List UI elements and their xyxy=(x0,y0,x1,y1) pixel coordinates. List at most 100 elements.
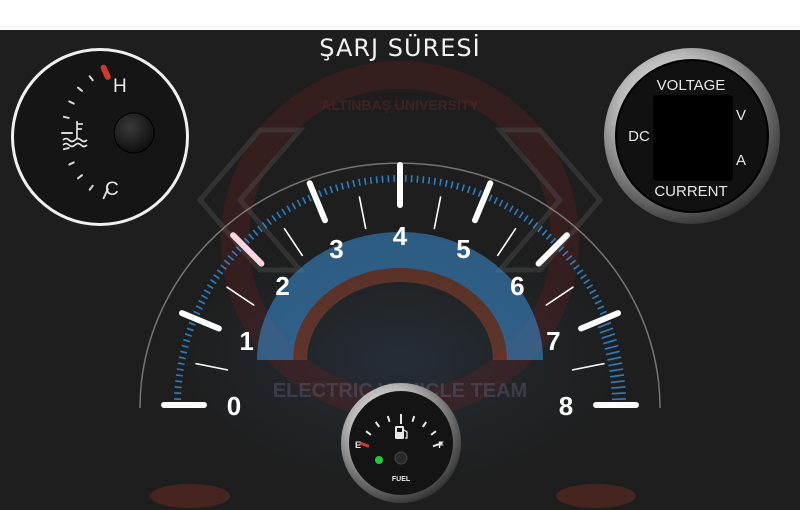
blue-scale-segment xyxy=(174,386,182,389)
blue-scale-segment xyxy=(335,184,339,192)
blue-scale-segment xyxy=(583,279,590,285)
blue-scale-segment xyxy=(607,356,622,361)
blue-scale-segment xyxy=(422,176,425,184)
blue-scale-segment xyxy=(608,362,623,367)
blue-scale-segment xyxy=(503,202,509,210)
temperature-gauge-face xyxy=(14,51,186,223)
blue-scale-segment xyxy=(195,305,203,310)
blue-scale-segment xyxy=(206,284,214,290)
tick-label: 7 xyxy=(546,326,560,356)
blue-scale-segment xyxy=(610,374,625,378)
major-tick xyxy=(306,180,328,224)
major-tick xyxy=(178,310,222,332)
blue-scale-segment xyxy=(252,229,259,236)
blue-scale-segment xyxy=(176,368,184,371)
blue-scale-segment xyxy=(450,181,454,189)
blue-scale-segment xyxy=(488,194,493,202)
fuel-caption: FUEL xyxy=(392,476,411,483)
meter-display xyxy=(653,95,733,181)
blue-scale-segment xyxy=(375,176,378,184)
blue-scale-segment xyxy=(466,186,471,194)
blue-scale-segment xyxy=(177,362,185,366)
blue-scale-segment xyxy=(281,208,287,216)
blue-scale-segment xyxy=(184,333,192,337)
watermark-university-text: ALTINBAŞ UNIVERSITY xyxy=(321,97,479,113)
blue-scale-segment xyxy=(369,176,373,185)
blue-scale-segment xyxy=(276,211,282,219)
tick-label: 3 xyxy=(329,234,343,264)
blue-scale-segment xyxy=(611,392,626,395)
blue-scale-segment xyxy=(605,350,620,356)
blue-scale-segment xyxy=(352,179,356,188)
blue-scale-segment xyxy=(589,289,597,295)
blue-scale-segment xyxy=(427,176,431,185)
blue-scale-segment xyxy=(181,344,189,349)
blue-scale-segment xyxy=(329,186,334,194)
tick-label: 4 xyxy=(393,221,408,251)
blue-scale-segment xyxy=(216,269,224,275)
minor-tick xyxy=(571,362,605,371)
blue-scale-segment xyxy=(318,189,323,198)
blue-scale-segment xyxy=(599,327,614,334)
blue-scale-segment xyxy=(358,178,361,186)
blue-scale-segment xyxy=(597,305,605,310)
fuel-full-label: F xyxy=(438,440,444,450)
meter-dc-label: DC xyxy=(628,128,650,145)
blue-scale-segment xyxy=(523,214,529,222)
blue-scale-segment xyxy=(455,182,460,190)
meter-a-label: A xyxy=(736,152,746,169)
tick-label: 5 xyxy=(456,234,470,264)
temperature-tick xyxy=(62,115,70,119)
blue-scale-segment xyxy=(513,208,519,216)
blue-scale-segment xyxy=(203,289,211,295)
tick-label: 8 xyxy=(559,391,573,421)
blue-scale-segment xyxy=(439,178,442,186)
blue-scale-segment xyxy=(180,350,188,354)
blue-scale-segment xyxy=(610,380,625,384)
blue-scale-segment xyxy=(271,214,277,222)
blue-scale-segment xyxy=(472,187,477,196)
blue-scale-segment xyxy=(193,310,201,316)
blue-scale-segment xyxy=(586,284,594,290)
temperature-cold-label: C xyxy=(105,179,119,200)
blue-scale-segment xyxy=(541,229,548,236)
blue-scale-segment xyxy=(175,374,183,377)
blue-scale-segment xyxy=(609,368,624,373)
fuel-gauge-hub xyxy=(394,451,408,465)
blue-scale-segment xyxy=(493,197,499,205)
temperature-gauge-hub xyxy=(113,112,155,154)
temperature-gauge: H C xyxy=(11,48,189,226)
blue-scale-segment xyxy=(416,175,419,183)
temperature-hot-tick xyxy=(100,64,111,80)
tick-label: 1 xyxy=(239,326,253,356)
blue-scale-segment xyxy=(266,218,272,226)
temperature-hot-label: H xyxy=(113,76,127,97)
blue-scale-segment xyxy=(528,218,534,226)
meter-current-label: CURRENT xyxy=(654,183,727,200)
blue-scale-segment xyxy=(599,310,607,316)
blue-scale-segment xyxy=(508,205,514,213)
blue-scale-segment xyxy=(210,279,217,285)
left-glow-spot xyxy=(150,484,230,508)
blue-scale-segment xyxy=(346,181,350,189)
major-tick xyxy=(472,180,494,224)
blue-scale-segment xyxy=(248,233,255,240)
meter-v-label: V xyxy=(736,107,746,124)
blue-scale-segment xyxy=(433,177,437,185)
fuel-gauge: E F FUEL xyxy=(341,383,461,503)
voltage-current-meter: VOLTAGE DC V A CURRENT xyxy=(604,48,780,224)
blue-scale-segment xyxy=(340,182,345,190)
blue-scale-segment xyxy=(601,333,616,340)
blue-scale-segment xyxy=(291,202,297,210)
blue-scale-segment xyxy=(175,380,183,383)
blue-scale-segment xyxy=(307,194,312,202)
temperature-tick xyxy=(62,147,70,151)
fuel-indicator-light xyxy=(375,456,383,464)
blue-scale-segment xyxy=(545,233,552,240)
blue-scale-segment xyxy=(186,327,194,332)
blue-scale-segment xyxy=(381,175,384,183)
tick-label: 6 xyxy=(510,271,524,301)
blue-scale-segment xyxy=(477,189,482,198)
blue-scale-segment xyxy=(183,338,191,343)
blue-scale-segment xyxy=(611,386,626,389)
